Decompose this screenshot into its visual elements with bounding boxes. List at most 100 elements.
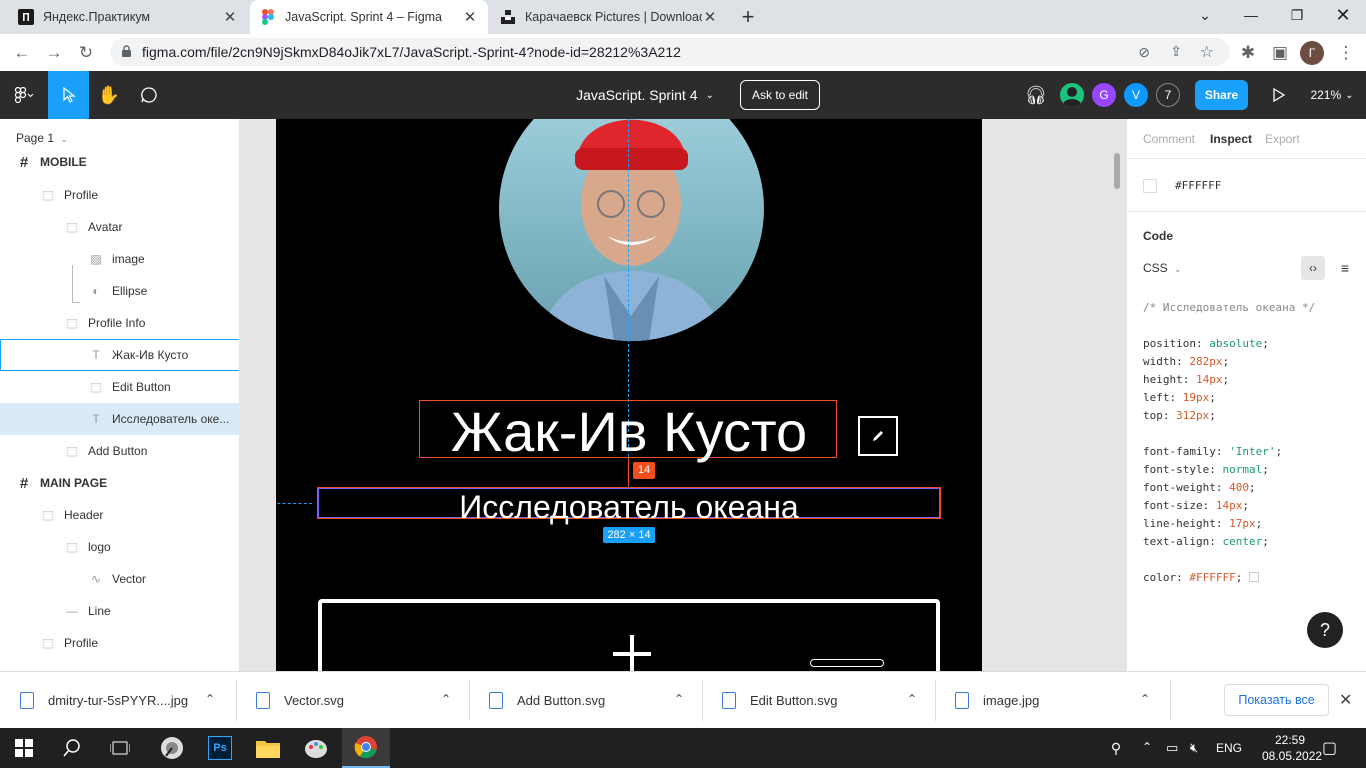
zoom-dropdown[interactable]: 221% ⌄ xyxy=(1306,71,1358,119)
layer-row[interactable]: ▨ image xyxy=(0,243,239,275)
tab-search-chevron-icon[interactable]: ⌄ xyxy=(1182,0,1228,30)
volume-muted-icon[interactable]: 🔇︎ xyxy=(1190,740,1198,756)
tab-close-icon[interactable]: ✕ xyxy=(462,8,478,26)
people-icon[interactable]: ⚲ xyxy=(1092,728,1140,768)
paint-icon[interactable] xyxy=(292,728,340,768)
notifications-icon[interactable]: ▢ xyxy=(1322,738,1337,758)
scrollbar-handle[interactable] xyxy=(810,659,884,667)
headphones-icon[interactable]: 🎧︎ xyxy=(1022,71,1050,119)
language-indicator[interactable]: ENG xyxy=(1216,741,1242,755)
side-panel-icon[interactable]: ▣ xyxy=(1266,39,1294,67)
download-item[interactable]: Vector.svg ⌃ xyxy=(236,672,469,729)
present-play-icon[interactable] xyxy=(1264,71,1294,119)
download-item[interactable]: image.jpg ⌃ xyxy=(935,672,1168,729)
layer-row[interactable]: ⬚ Add Button xyxy=(0,435,239,467)
yandex-browser-icon[interactable] xyxy=(148,728,196,768)
share-button[interactable]: Share xyxy=(1195,80,1248,110)
chevron-up-icon[interactable]: ⌃ xyxy=(674,692,684,706)
layer-row[interactable]: ⬚ Edit Button xyxy=(0,371,239,403)
profile-avatar[interactable]: Г xyxy=(1300,41,1324,65)
tab-close-icon[interactable]: ✕ xyxy=(702,8,718,26)
tab-comment[interactable]: Comment xyxy=(1143,132,1195,146)
hand-tool-icon[interactable]: ✋ xyxy=(89,71,129,119)
new-tab-button[interactable]: + xyxy=(738,4,758,30)
lock-icon[interactable] xyxy=(121,45,132,61)
profile-name[interactable]: Жак-Ив Кусто xyxy=(416,400,842,464)
layer-row[interactable]: T Жак-Ив Кусто xyxy=(0,339,239,371)
profile-description[interactable]: Исследователь океана xyxy=(317,487,941,527)
windows-start-icon[interactable] xyxy=(0,728,48,768)
layer-row[interactable]: ◐ Ellipse xyxy=(0,275,239,307)
clock[interactable]: 22:59 08.05.2022 xyxy=(1262,732,1322,764)
chevron-up-icon[interactable]: ⌃ xyxy=(205,692,215,706)
file-title[interactable]: JavaScript. Sprint 4 ⌄ xyxy=(560,71,730,119)
color-swatch[interactable] xyxy=(1143,179,1157,193)
users-count[interactable]: 7 xyxy=(1156,83,1180,107)
eye-off-icon[interactable]: ⊘ xyxy=(1138,44,1150,61)
file-explorer-icon[interactable] xyxy=(244,728,292,768)
layer-row[interactable]: ⬚ Profile Info xyxy=(0,307,239,339)
bookmark-star-icon[interactable]: ☆ xyxy=(1200,42,1214,62)
add-button[interactable] xyxy=(318,599,940,671)
minimize-button[interactable]: — xyxy=(1228,0,1274,30)
layer-row[interactable]: ⬚ logo xyxy=(0,531,239,563)
download-item[interactable]: Edit Button.svg ⌃ xyxy=(702,672,935,729)
layer-row[interactable]: ⬚ Profile xyxy=(0,627,239,659)
color-value[interactable]: #FFFFFF xyxy=(1175,177,1221,195)
share-page-icon[interactable]: ⇪ xyxy=(1170,43,1182,60)
edit-button[interactable] xyxy=(858,416,898,456)
battery-icon[interactable]: ▭ xyxy=(1166,740,1178,756)
move-tool-button[interactable] xyxy=(48,71,89,119)
design-canvas[interactable]: Жак-Ив Кусто 14 Исследователь океана 282… xyxy=(240,119,1126,671)
show-all-downloads-button[interactable]: Показать все xyxy=(1224,684,1329,716)
chevron-up-icon[interactable]: ⌃ xyxy=(1142,740,1152,754)
list-view-icon[interactable]: ≡ xyxy=(1333,256,1357,280)
restore-button[interactable]: ❐ xyxy=(1274,0,1320,30)
figma-main-menu-icon[interactable] xyxy=(0,71,48,119)
download-item[interactable]: dmitry-tur-5sPYYR....jpg ⌃ xyxy=(0,672,233,729)
ask-to-edit-button[interactable]: Ask to edit xyxy=(740,80,820,110)
reload-button[interactable]: ↻ xyxy=(72,39,100,67)
layer-row[interactable]: ⬚ Avatar xyxy=(0,211,239,243)
layer-row[interactable]: — Line xyxy=(0,595,239,627)
user-avatar-photo[interactable] xyxy=(1060,83,1084,107)
address-bar[interactable]: figma.com/file/2cn9N9jSkmxD84oJik7xL7/Ja… xyxy=(110,38,1230,66)
comment-tool-icon[interactable] xyxy=(129,71,169,119)
chevron-up-icon[interactable]: ⌃ xyxy=(907,692,917,706)
layer-row[interactable]: # MAIN PAGE xyxy=(0,467,239,499)
layer-row[interactable]: # MOBILE xyxy=(0,146,239,178)
chevron-up-icon[interactable]: ⌃ xyxy=(1140,692,1150,706)
tab-export[interactable]: Export xyxy=(1265,132,1300,146)
layer-row[interactable]: ∿ Vector xyxy=(0,563,239,595)
css-code-block[interactable]: /* Исследователь океана */ position: abs… xyxy=(1143,299,1363,587)
layer-row[interactable]: T Исследователь оке... xyxy=(0,403,239,435)
extensions-puzzle-icon[interactable]: ✱ xyxy=(1234,39,1262,67)
photoshop-icon[interactable]: Ps xyxy=(196,728,244,768)
layer-row[interactable]: ⬚ Profile xyxy=(0,179,239,211)
page-selector[interactable]: Page 1 ⌄ xyxy=(16,131,68,145)
user-avatar-v[interactable]: V xyxy=(1124,83,1148,107)
chrome-menu-icon[interactable]: ⋮ xyxy=(1332,39,1360,67)
user-avatar-g[interactable]: G xyxy=(1092,83,1116,107)
tab-yandex-praktikum[interactable]: Яндекс.Практикум ✕ xyxy=(8,0,248,34)
close-downloads-icon[interactable]: ✕ xyxy=(1339,690,1352,710)
layer-row[interactable]: ⬚ Header xyxy=(0,499,239,531)
search-icon[interactable] xyxy=(48,728,96,768)
tab-close-icon[interactable]: ✕ xyxy=(222,8,238,26)
chevron-up-icon[interactable]: ⌃ xyxy=(441,692,451,706)
close-window-button[interactable]: ✕ xyxy=(1320,0,1366,30)
tab-inspect[interactable]: Inspect xyxy=(1210,132,1252,146)
chrome-taskbar-icon[interactable] xyxy=(342,728,390,768)
canvas-scrollbar[interactable] xyxy=(1114,153,1120,189)
mobile-frame[interactable]: Жак-Ив Кусто 14 Исследователь океана 282… xyxy=(276,119,982,671)
tab-figma[interactable]: JavaScript. Sprint 4 – Figma ✕ xyxy=(250,0,488,34)
task-view-icon[interactable] xyxy=(96,728,144,768)
avatar-image[interactable] xyxy=(499,119,764,341)
forward-button[interactable]: → xyxy=(40,39,68,67)
back-button[interactable]: ← xyxy=(8,39,36,67)
language-dropdown[interactable]: CSS ⌄ xyxy=(1143,261,1182,275)
help-button[interactable]: ? xyxy=(1307,612,1343,648)
tab-karachaevsk[interactable]: Карачаевск Pictures | Download ✕ xyxy=(490,0,728,34)
code-view-icon[interactable]: ‹› xyxy=(1301,256,1325,280)
download-item[interactable]: Add Button.svg ⌃ xyxy=(469,672,702,729)
